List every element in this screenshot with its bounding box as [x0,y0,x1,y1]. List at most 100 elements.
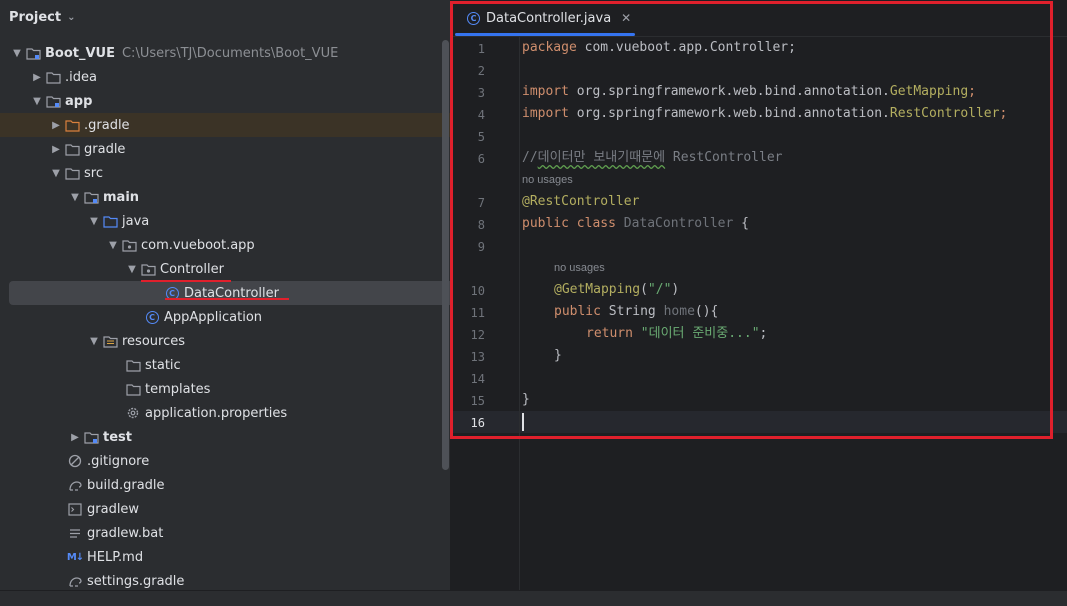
package-icon [140,261,156,277]
chevron-down-icon: ⌄ [67,11,76,23]
tree-row-java[interactable]: ▼ java [0,209,450,233]
folder-icon [64,165,80,181]
gear-icon [125,405,141,421]
project-panel: Project ⌄ ▼ Boot_VUE C:\Users\TJ\Documen… [0,0,450,590]
code-editor[interactable]: C DataController.java ✕ 1 2 3 4 5 6 7 8 … [453,0,1067,590]
project-path: C:\Users\TJ\Documents\Boot_VUE [121,45,339,61]
chevron-down-icon[interactable]: ▼ [86,333,102,349]
tree-row-templates[interactable]: templates [0,377,450,401]
tree-row-main[interactable]: ▼ main [0,185,450,209]
tree-row-app[interactable]: ▼ app [0,89,450,113]
chevron-down-icon[interactable]: ▼ [9,45,25,61]
tree-label-boot-vue: Boot_VUE [45,45,115,61]
tree-row-gradle[interactable]: ▶ gradle [0,137,450,161]
code-line-10: @GetMapping("/") [554,282,680,297]
chevron-down-icon[interactable]: ▼ [105,237,121,253]
tree-label-help-md: HELP.md [87,549,144,565]
code-line-4: import org.springframework.web.bind.anno… [522,106,1008,121]
tree-row-test[interactable]: ▶ test [0,425,450,449]
tree-row-app-application[interactable]: C AppApplication [0,305,450,329]
tree-row-idea[interactable]: ▶ .idea [0,65,450,89]
code-line-12: return "데이터 준비중..."; [586,326,768,341]
code-line-7: @RestController [522,194,640,209]
code-line-15: } [522,392,530,407]
code-line-13: } [554,348,562,363]
text-file-icon [67,525,83,541]
tree-label-static: static [145,357,181,373]
tree-label-build-gradle: build.gradle [87,477,165,493]
code-line-3: import org.springframework.web.bind.anno… [522,84,976,99]
inlay-hint-no-usages[interactable]: no usages [522,174,573,186]
chevron-down-icon[interactable]: ▼ [124,261,140,277]
chevron-down-icon[interactable]: ▼ [86,213,102,229]
tree-row-application-properties[interactable]: application.properties [0,401,450,425]
project-panel-scrollbar[interactable] [442,40,449,470]
tree-label-templates: templates [145,381,211,397]
code-line-1: package com.vueboot.app.Controller; [522,40,796,55]
chevron-right-icon[interactable]: ▶ [48,141,64,157]
tree-label-app: app [65,93,93,109]
tree-row-boot-vue[interactable]: ▼ Boot_VUE C:\Users\TJ\Documents\Boot_VU… [0,41,450,65]
markdown-icon: M↓ [66,551,84,563]
source-folder-icon [102,213,118,229]
package-icon [121,237,137,253]
line-number: 1 [477,42,485,56]
gradle-icon [67,573,83,589]
chevron-down-icon[interactable]: ▼ [48,165,64,181]
line-number: 4 [477,108,485,122]
chevron-right-icon[interactable]: ▶ [29,69,45,85]
tree-row-package[interactable]: ▼ com.vueboot.app [0,233,450,257]
project-view-selector[interactable]: Project ⌄ [9,6,75,28]
tree-label-test: test [103,429,132,445]
tree-row-static[interactable]: static [0,353,450,377]
tree-label-gradlew: gradlew [87,501,140,517]
tab-data-controller-java[interactable]: C DataController.java ✕ [453,0,635,36]
module-folder-icon [45,93,61,109]
tree-row-gradlew-bat[interactable]: gradlew.bat [0,521,450,545]
line-number: 14 [470,372,485,386]
line-number-gutter[interactable]: 1 2 3 4 5 6 7 8 9 10 11 12 13 14 15 16 [453,37,520,590]
tab-label: DataController.java [486,10,612,26]
chevron-right-icon[interactable]: ▶ [67,429,83,445]
tree-row-build-gradle[interactable]: build.gradle [0,473,450,497]
tree-label-resources: resources [122,333,186,349]
chevron-down-icon[interactable]: ▼ [29,93,45,109]
gradle-icon [67,477,83,493]
folder-icon [45,69,61,85]
folder-icon [125,357,141,373]
tree-row-controller[interactable]: ▼ Controller [0,257,450,281]
tree-label-dot-gradle: .gradle [84,117,130,133]
tree-label-controller: Controller [160,261,224,277]
tree-row-resources[interactable]: ▼ resources [0,329,450,353]
line-number: 11 [470,306,485,320]
line-number: 9 [477,240,485,254]
code-line-11: public String home(){ [554,304,719,319]
tree-row-src[interactable]: ▼ src [0,161,450,185]
line-number: 5 [477,130,485,144]
chevron-down-icon[interactable]: ▼ [67,189,83,205]
chevron-right-icon[interactable]: ▶ [48,117,64,133]
tree-row-settings-gradle[interactable]: settings.gradle [0,569,450,590]
code-line-8: public class DataController { [522,216,749,231]
inlay-hint-no-usages[interactable]: no usages [554,262,605,274]
tree-row-data-controller[interactable]: C DataController [9,281,450,305]
line-number: 13 [470,350,485,364]
tree-row-help-md[interactable]: M↓ HELP.md [0,545,450,569]
tree-row-gitignore[interactable]: .gitignore [0,449,450,473]
line-number: 3 [477,86,485,100]
line-number: 2 [477,64,485,78]
tree-row-dot-gradle[interactable]: ▶ .gradle [0,113,450,137]
line-number: 8 [477,218,485,232]
tree-row-gradlew[interactable]: gradlew [0,497,450,521]
text-caret [522,413,524,431]
tree-label-app-application: AppApplication [164,309,263,325]
close-icon[interactable]: ✕ [621,11,631,25]
tree-label-application-properties: application.properties [145,405,288,421]
tree-label-src: src [84,165,103,181]
java-class-icon: C [467,11,480,25]
folder-icon [125,381,141,397]
editor-tab-bar: C DataController.java ✕ [453,0,1067,37]
red-underline-data-controller [165,298,289,300]
line-number: 15 [470,394,485,408]
code-line-6-comment: //데이터만 보내기때문에 RestController [522,150,783,165]
